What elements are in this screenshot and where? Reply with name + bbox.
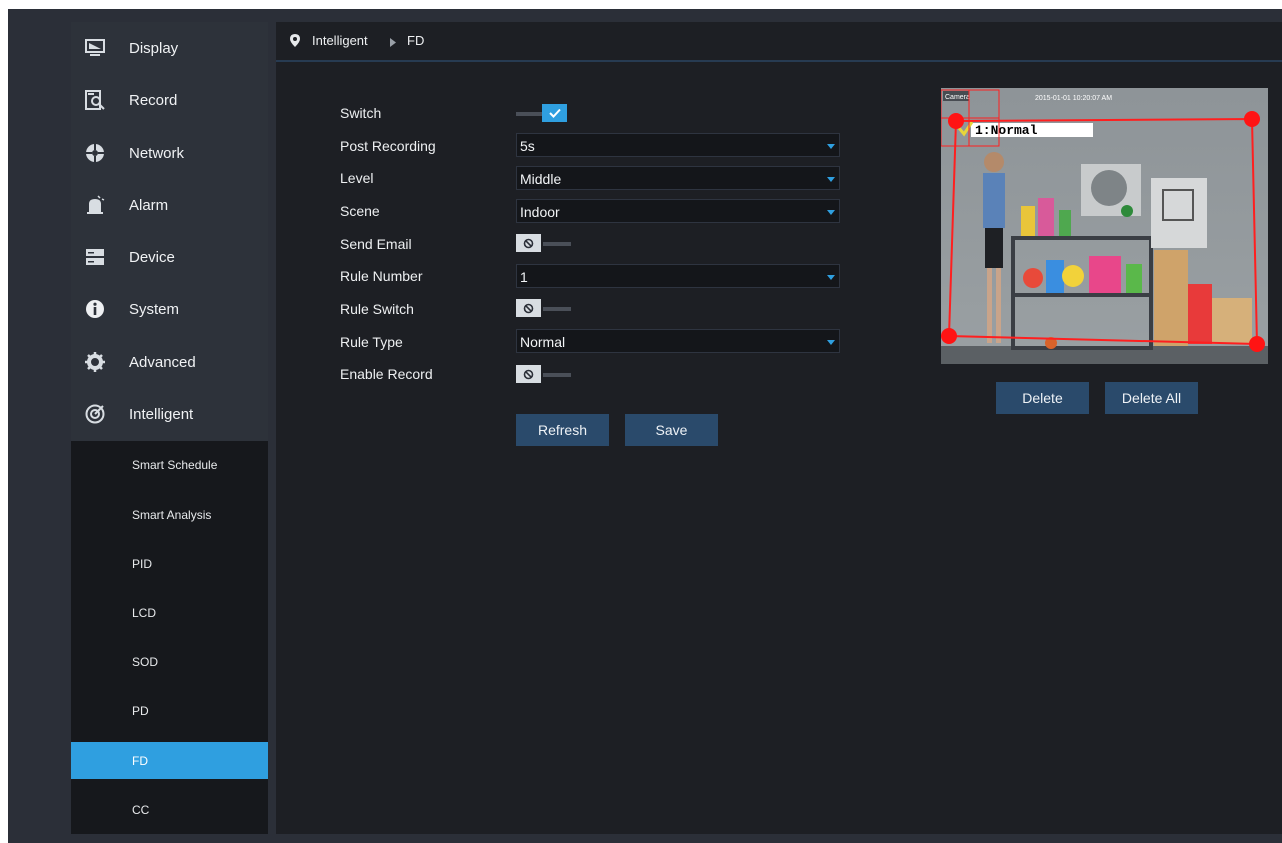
nav-intelligent[interactable]: Intelligent <box>71 388 268 440</box>
nav-label: System <box>129 300 180 318</box>
roi-handle-top-right[interactable] <box>1244 111 1260 127</box>
breadcrumb-arrow-icon <box>390 35 396 50</box>
select-value: Indoor <box>520 204 560 220</box>
subnav-label: SOD <box>132 654 159 669</box>
nav-label: Advanced <box>129 353 196 371</box>
select-value: Middle <box>520 171 562 187</box>
rule-number-select[interactable]: 1 <box>516 264 840 288</box>
nav-label: Record <box>129 91 178 109</box>
nav-label: Display <box>129 39 179 57</box>
device-icon <box>85 247 105 267</box>
toggle-track <box>543 373 571 377</box>
subnav-item-cc[interactable]: CC <box>71 791 268 828</box>
chevron-down-icon <box>827 210 835 215</box>
roi-handle-bottom-left[interactable] <box>941 328 957 344</box>
delete-button[interactable]: Delete <box>996 382 1089 414</box>
switch-toggle[interactable] <box>516 104 572 124</box>
subnav-label: PD <box>132 703 149 718</box>
send-email-label: Send Email <box>340 236 412 252</box>
record-icon <box>85 90 105 110</box>
select-value: 1 <box>520 269 528 285</box>
level-label: Level <box>340 170 374 186</box>
subnav-label: Smart Schedule <box>132 457 218 472</box>
nav-label: Intelligent <box>129 405 194 423</box>
subnav-item-fd[interactable]: FD <box>71 742 268 779</box>
nav-label: Alarm <box>129 196 169 214</box>
scene-select[interactable]: Indoor <box>516 199 840 223</box>
nav-device[interactable]: Device <box>71 231 268 283</box>
chevron-down-icon <box>827 177 835 182</box>
camera-preview[interactable]: Camera 2015-01-01 10:20:07 AM 1:Normal <box>941 88 1268 364</box>
scene-label: Scene <box>340 203 380 219</box>
subnav-item-smart-analysis[interactable]: Smart Analysis <box>71 496 268 533</box>
subnav-item-sod[interactable]: SOD <box>71 643 268 680</box>
subnav-item-pid[interactable]: PID <box>71 545 268 582</box>
breadcrumb: Intelligent FD <box>276 22 1282 62</box>
sidebar: Display Record Network Alarm Device Syst… <box>71 22 268 834</box>
nav-network[interactable]: Network <box>71 127 268 179</box>
nav-alarm[interactable]: Alarm <box>71 179 268 231</box>
camera-label: Camera <box>945 94 970 101</box>
rule-number-label: Rule Number <box>340 268 423 284</box>
display-icon <box>85 38 105 58</box>
save-button[interactable]: Save <box>625 414 718 446</box>
app-window: Display Record Network Alarm Device Syst… <box>8 9 1282 843</box>
toggle-track <box>543 307 571 311</box>
camera-scene: Camera 2015-01-01 10:20:07 AM 1:Normal <box>941 88 1268 364</box>
switch-label: Switch <box>340 105 382 121</box>
advanced-icon <box>85 352 105 372</box>
off-icon <box>516 234 541 252</box>
enable-record-label: Enable Record <box>340 366 433 382</box>
nav-system[interactable]: System <box>71 283 268 335</box>
subnav-label: PID <box>132 556 153 571</box>
check-icon <box>542 104 567 122</box>
subnav-label: CC <box>132 802 150 817</box>
toggle-track <box>516 112 544 116</box>
nav-record[interactable]: Record <box>71 74 268 126</box>
breadcrumb-page: FD <box>407 33 425 48</box>
delete-all-button[interactable]: Delete All <box>1105 382 1198 414</box>
roi-handle-bottom-right[interactable] <box>1249 336 1265 352</box>
main-panel: Intelligent FD Switch Post Recording 5s … <box>276 22 1282 834</box>
chevron-down-icon <box>827 144 835 149</box>
off-icon <box>516 365 541 383</box>
nav-advanced[interactable]: Advanced <box>71 336 268 388</box>
select-value: 5s <box>520 138 535 154</box>
rule-tag: 1:Normal <box>975 123 1038 138</box>
camera-timestamp: 2015-01-01 10:20:07 AM <box>1035 95 1112 102</box>
subnav-item-pd[interactable]: PD <box>71 692 268 729</box>
nav-label: Device <box>129 248 175 266</box>
subnav-label: LCD <box>132 605 157 620</box>
select-value: Normal <box>520 334 566 350</box>
rule-type-label: Rule Type <box>340 334 403 350</box>
off-icon <box>516 299 541 317</box>
post-recording-select[interactable]: 5s <box>516 133 840 157</box>
refresh-button[interactable]: Refresh <box>516 414 609 446</box>
subnav-label: Smart Analysis <box>132 507 212 522</box>
intelligent-submenu: Smart Schedule Smart Analysis PID LCD SO… <box>71 441 268 834</box>
enable-record-toggle[interactable] <box>516 365 572 385</box>
intelligent-icon <box>85 404 105 424</box>
rule-switch-label: Rule Switch <box>340 301 414 317</box>
chevron-down-icon <box>827 275 835 280</box>
nav-display[interactable]: Display <box>71 22 268 74</box>
rule-type-select[interactable]: Normal <box>516 329 840 353</box>
roi-handle-top-left[interactable] <box>948 113 964 129</box>
network-icon <box>85 143 105 163</box>
chevron-down-icon <box>827 340 835 345</box>
toggle-track <box>543 242 571 246</box>
send-email-toggle[interactable] <box>516 234 572 254</box>
breadcrumb-section[interactable]: Intelligent <box>312 33 368 48</box>
subnav-item-lcd[interactable]: LCD <box>71 594 268 631</box>
system-icon <box>85 299 105 319</box>
nav-label: Network <box>129 144 185 162</box>
subnav-item-smart-schedule[interactable]: Smart Schedule <box>71 446 268 483</box>
rule-switch-toggle[interactable] <box>516 299 572 319</box>
alarm-icon <box>85 195 105 215</box>
location-pin-icon <box>290 34 300 50</box>
post-recording-label: Post Recording <box>340 138 436 154</box>
level-select[interactable]: Middle <box>516 166 840 190</box>
subnav-label: FD <box>132 753 148 768</box>
